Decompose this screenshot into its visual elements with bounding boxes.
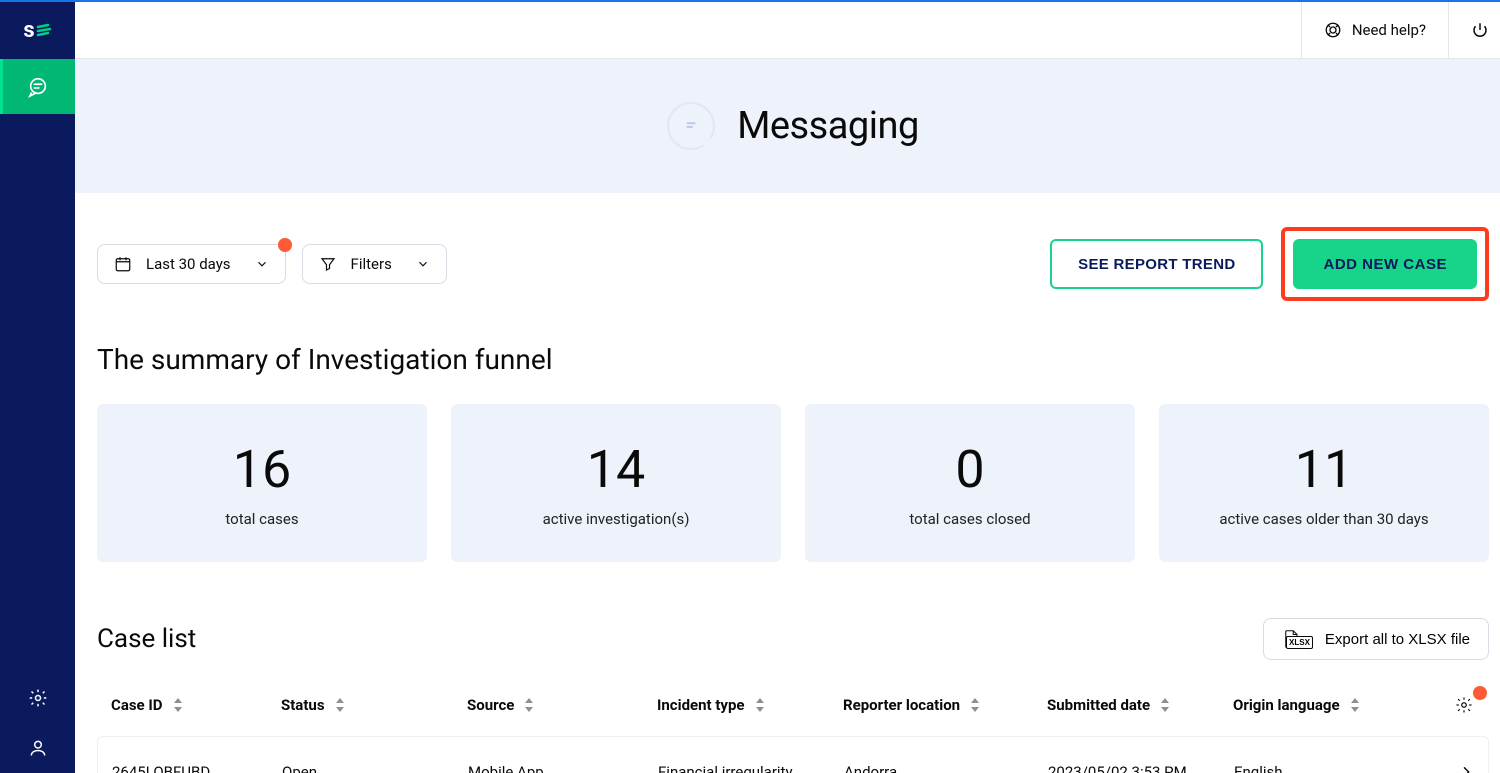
logo-s-letter: s	[23, 18, 33, 43]
sidebar: s	[0, 2, 75, 773]
app-logo: s	[0, 2, 75, 59]
row-open-arrow[interactable]	[1414, 764, 1474, 773]
sidebar-item-profile[interactable]	[0, 723, 75, 773]
col-case-id[interactable]: Case ID	[111, 696, 281, 714]
sort-icon	[755, 698, 765, 712]
cell-status: Open	[282, 763, 468, 773]
power-icon	[1471, 21, 1489, 39]
filters-dropdown[interactable]: Filters	[302, 244, 447, 284]
date-range-label: Last 30 days	[146, 255, 231, 273]
need-help-label: Need help?	[1352, 21, 1426, 39]
summary-title: The summary of Investigation funnel	[97, 343, 1489, 376]
message-icon	[27, 76, 49, 98]
chevron-right-icon	[1458, 764, 1474, 773]
caselist-title: Case list	[97, 624, 196, 654]
filters-label: Filters	[351, 255, 392, 273]
stat-label: active cases older than 30 days	[1219, 510, 1428, 528]
col-reporter-location[interactable]: Reporter location	[843, 696, 1047, 714]
stat-value: 14	[587, 439, 645, 500]
sidebar-item-settings[interactable]	[0, 673, 75, 723]
stat-value: 11	[1295, 439, 1353, 500]
controls-row: Last 30 days Filters	[97, 193, 1489, 301]
add-new-case-button[interactable]: ADD NEW CASE	[1293, 239, 1477, 289]
filter-icon	[319, 255, 337, 273]
power-button[interactable]	[1448, 2, 1500, 58]
cell-reporter-location: Andorra	[844, 763, 1048, 773]
export-label: Export all to XLSX file	[1325, 631, 1470, 648]
cell-source: Mobile App	[468, 763, 658, 773]
table-row[interactable]: 2645LOBFUBD Open Mobile App Financial ir…	[97, 736, 1489, 773]
chevron-down-icon	[416, 257, 430, 271]
col-label: Source	[467, 696, 514, 714]
case-table: Case ID Status Source	[97, 682, 1489, 773]
col-label: Status	[281, 696, 325, 714]
stat-closed-cases: 0 total cases closed	[805, 404, 1135, 562]
col-status[interactable]: Status	[281, 696, 467, 714]
chevron-down-icon	[255, 257, 269, 271]
lifebuoy-icon	[1324, 21, 1342, 39]
sort-icon	[970, 698, 980, 712]
add-new-case-highlight: ADD NEW CASE	[1281, 227, 1489, 301]
caselist-header: Case list XLSX Export all to XLSX file	[97, 618, 1489, 660]
cell-origin-language: English	[1234, 763, 1414, 773]
gear-icon	[28, 688, 48, 708]
col-origin-language[interactable]: Origin language	[1233, 696, 1413, 714]
cell-case-id: 2645LOBFUBD	[112, 763, 282, 773]
col-label: Incident type	[657, 696, 745, 714]
table-settings-button[interactable]	[1413, 696, 1473, 714]
date-range-dropdown[interactable]: Last 30 days	[97, 244, 286, 284]
col-submitted-date[interactable]: Submitted date	[1047, 696, 1233, 714]
xlsx-badge: XLSX	[1286, 636, 1313, 649]
col-label: Reporter location	[843, 696, 960, 714]
export-xlsx-button[interactable]: XLSX Export all to XLSX file	[1263, 618, 1489, 660]
date-range-active-dot	[278, 238, 292, 252]
see-report-trend-button[interactable]: SEE REPORT TREND	[1050, 239, 1263, 289]
topbar: Need help?	[75, 2, 1500, 59]
col-incident-type[interactable]: Incident type	[657, 696, 843, 714]
sort-icon	[1160, 698, 1170, 712]
stat-total-cases: 16 total cases	[97, 404, 427, 562]
col-source[interactable]: Source	[467, 696, 657, 714]
sort-icon	[173, 698, 183, 712]
page-banner: Messaging	[75, 59, 1500, 193]
calendar-icon	[114, 255, 132, 273]
stats-grid: 16 total cases 14 active investigation(s…	[97, 404, 1489, 562]
need-help-button[interactable]: Need help?	[1301, 2, 1448, 58]
stat-label: active investigation(s)	[543, 510, 690, 528]
sidebar-item-messaging[interactable]	[0, 59, 75, 114]
gear-icon	[1455, 696, 1473, 714]
stat-active-investigations: 14 active investigation(s)	[451, 404, 781, 562]
sort-icon	[1350, 698, 1360, 712]
stat-old-active-cases: 11 active cases older than 30 days	[1159, 404, 1489, 562]
sort-icon	[335, 698, 345, 712]
sort-icon	[524, 698, 534, 712]
table-header-row: Case ID Status Source	[97, 682, 1489, 728]
cell-submitted-date: 2023/05/02 3:53 PM	[1048, 763, 1234, 773]
stat-label: total cases closed	[909, 510, 1030, 528]
stat-label: total cases	[225, 510, 298, 528]
logo-lines-icon	[36, 23, 52, 39]
stat-value: 16	[233, 439, 291, 500]
col-label: Origin language	[1233, 696, 1340, 714]
cell-incident-type: Financial irregularity	[658, 763, 844, 773]
col-label: Case ID	[111, 696, 163, 714]
col-label: Submitted date	[1047, 696, 1150, 714]
settings-active-dot	[1473, 686, 1487, 700]
user-icon	[28, 738, 48, 758]
stat-value: 0	[955, 439, 984, 500]
messaging-banner-icon	[667, 102, 715, 150]
page-title: Messaging	[737, 104, 919, 148]
